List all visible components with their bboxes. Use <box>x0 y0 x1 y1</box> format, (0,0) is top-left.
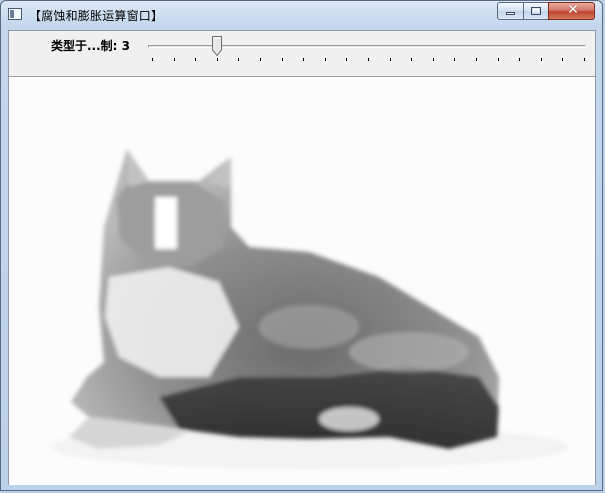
trackbar-tick <box>433 58 434 61</box>
trackbar-tick <box>454 58 455 61</box>
trackbar-panel: 类型于...制: 3 <box>9 31 595 75</box>
trackbar-tick <box>541 58 542 61</box>
trackbar-tick <box>519 58 520 61</box>
trackbar-tick <box>562 58 563 61</box>
trackbar-tick <box>260 58 261 61</box>
main-window: 【腐蚀和膨胀运算窗口】 ✕ 类型于...制: 3 <box>0 0 603 491</box>
minimize-button[interactable] <box>497 2 524 20</box>
trackbar-tick <box>368 58 369 61</box>
trackbar-ticks <box>152 58 585 64</box>
window-title: 【腐蚀和膨胀运算窗口】 <box>29 9 164 23</box>
trackbar-tick <box>346 58 347 61</box>
trackbar-tick <box>195 58 196 61</box>
maximize-button[interactable] <box>523 2 549 20</box>
client-area: 类型于...制: 3 <box>8 30 596 485</box>
trackbar-thumb[interactable] <box>212 36 222 56</box>
trackbar-label: 类型于...制: 3 <box>51 39 131 53</box>
trackbar-tick <box>217 58 218 61</box>
trackbar-tick <box>390 58 391 61</box>
title-bar[interactable]: 【腐蚀和膨胀运算窗口】 ✕ <box>1 1 602 29</box>
trackbar-tick <box>238 58 239 61</box>
trackbar-tick <box>174 58 175 61</box>
cat-icon <box>9 77 595 485</box>
trackbar-tick <box>303 58 304 61</box>
image-display <box>9 76 595 485</box>
trackbar-tick <box>498 58 499 61</box>
maximize-icon <box>531 7 541 15</box>
close-icon: ✕ <box>567 2 579 18</box>
trackbar-tick <box>282 58 283 61</box>
trackbar-tick <box>152 58 153 61</box>
trackbar-tick <box>325 58 326 61</box>
close-button[interactable]: ✕ <box>548 2 595 20</box>
minimize-icon <box>506 12 515 15</box>
trackbar-tick <box>476 58 477 61</box>
app-window-icon[interactable] <box>8 8 22 20</box>
trackbar-tick <box>411 58 412 61</box>
trackbar-tick <box>584 58 585 61</box>
